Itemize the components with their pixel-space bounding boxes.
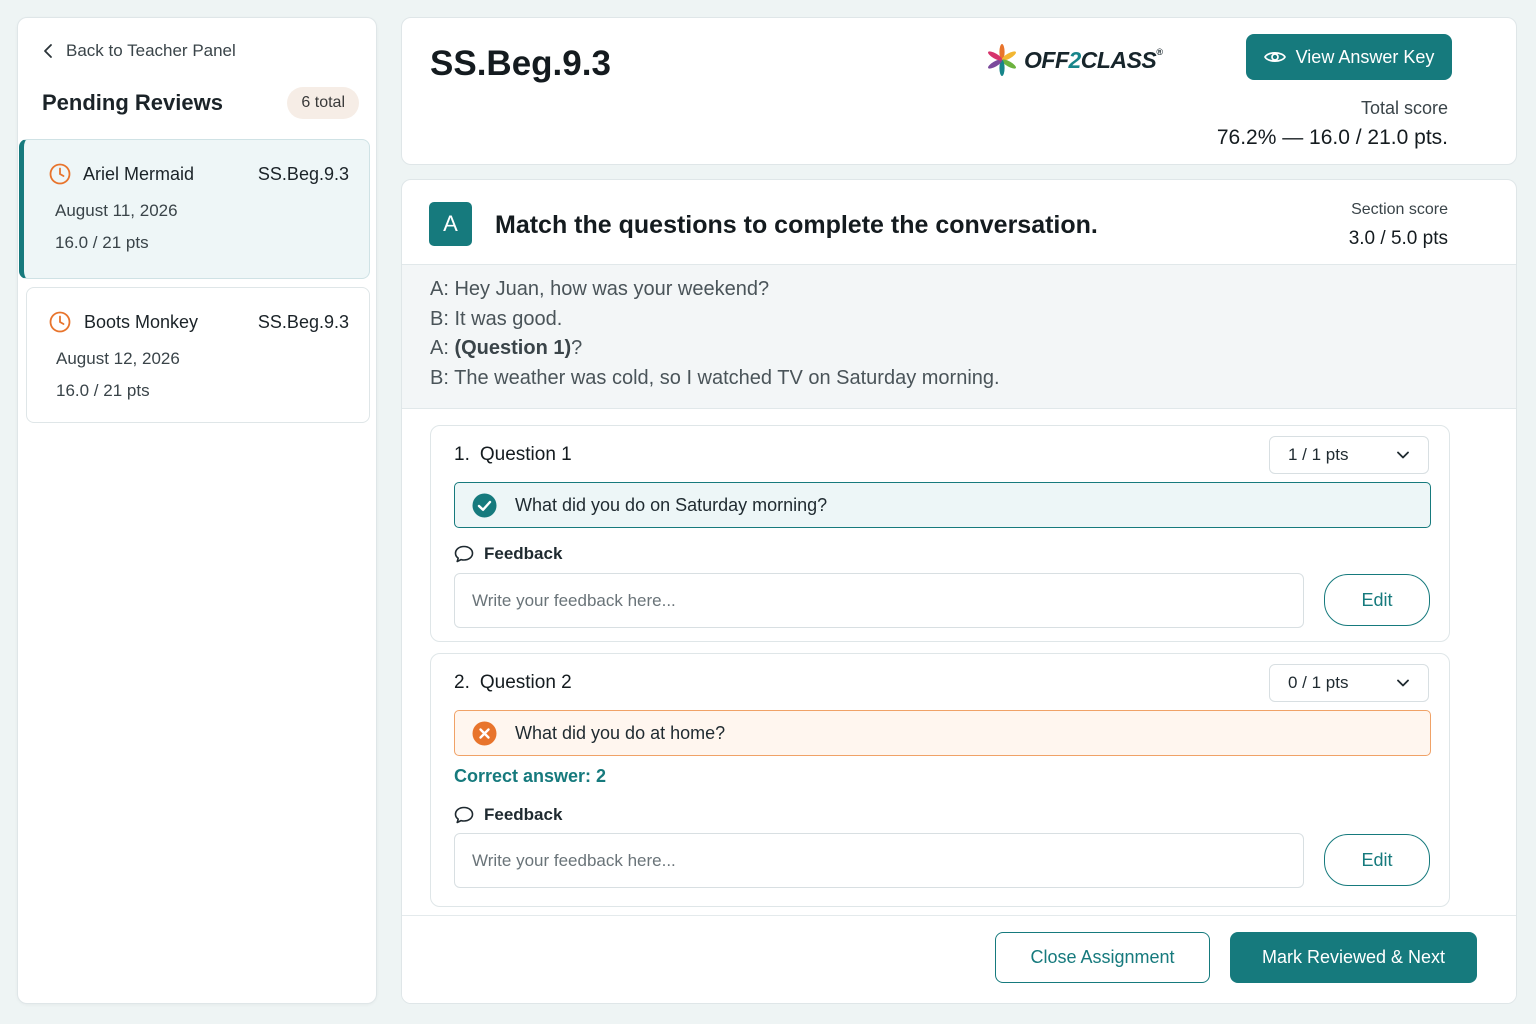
edit-feedback-button[interactable]: Edit xyxy=(1324,574,1430,626)
view-answer-key-button[interactable]: View Answer Key xyxy=(1246,34,1452,80)
question-title: 1. Question 1 xyxy=(454,444,572,465)
feedback-label: Feedback xyxy=(454,544,562,564)
edit-feedback-button[interactable]: Edit xyxy=(1324,834,1430,886)
back-to-teacher-panel-link[interactable]: Back to Teacher Panel xyxy=(42,40,236,62)
assignment-code: SS.Beg.9.3 xyxy=(257,164,349,184)
pending-reviews-sidebar: Back to Teacher Panel Pending Reviews 6 … xyxy=(17,17,377,1004)
dialogue-line: A: (Question 1)? xyxy=(430,337,583,359)
pending-reviews-title: Pending Reviews xyxy=(42,90,223,115)
student-answer-correct: What did you do on Saturday morning? xyxy=(454,482,1431,528)
dialogue-line: B: The weather was cold, so I watched TV… xyxy=(430,366,1000,389)
student-score: 16.0 / 21 pts xyxy=(56,381,150,400)
question-2-card: 2. Question 2 0 / 1 pts What did you do a… xyxy=(430,653,1450,907)
section-score-label: Section score xyxy=(1351,201,1448,218)
student-name: Boots Monkey xyxy=(84,312,199,332)
student-score: 16.0 / 21 pts xyxy=(55,233,149,252)
clock-icon xyxy=(49,163,71,185)
total-score-label: Total score xyxy=(1360,98,1448,118)
question-title: 2. Question 2 xyxy=(454,672,572,693)
review-item-ariel-mermaid[interactable]: Ariel Mermaid SS.Beg.9.3 August 11, 2026… xyxy=(19,139,370,279)
student-answer-wrong: What did you do at home? xyxy=(454,710,1431,756)
question-1-card: 1. Question 1 1 / 1 pts What did you do o… xyxy=(430,425,1450,642)
action-footer: Close Assignment Mark Reviewed & Next xyxy=(402,915,1516,1003)
chevron-left-icon xyxy=(44,44,52,58)
feedback-label: Feedback xyxy=(454,805,562,825)
total-score-value: 76.2% — 16.0 / 21.0 pts. xyxy=(1216,126,1448,149)
speech-bubble-icon xyxy=(454,545,474,563)
answer-text: What did you do on Saturday morning? xyxy=(515,494,828,515)
points-select[interactable]: 1 / 1 pts xyxy=(1269,436,1429,474)
section-score-value: 3.0 / 5.0 pts xyxy=(1348,228,1448,249)
speech-bubble-icon xyxy=(454,806,474,824)
x-circle-icon xyxy=(472,721,497,745)
off2class-logo: OFF2CLASS® xyxy=(984,42,1163,78)
submission-date: August 12, 2026 xyxy=(56,349,180,368)
logo-wordmark: OFF2CLASS® xyxy=(1024,46,1163,73)
eye-icon xyxy=(1263,52,1286,62)
correct-answer-text: Correct answer: 2 xyxy=(454,766,607,786)
student-name: Ariel Mermaid xyxy=(83,164,195,184)
back-link-label: Back to Teacher Panel xyxy=(66,41,236,60)
section-badge: A xyxy=(429,202,472,246)
dialogue-line: B: It was good. xyxy=(430,307,563,330)
view-answer-key-label: View Answer Key xyxy=(1295,46,1435,67)
dialogue-prompt: A: Hey Juan, how was your weekend? B: It… xyxy=(402,264,1516,409)
answer-text: What did you do at home? xyxy=(515,722,726,743)
points-select-value: 1 / 1 pts xyxy=(1288,445,1349,464)
check-circle-icon xyxy=(472,493,497,517)
submission-date: August 11, 2026 xyxy=(55,201,178,220)
points-select[interactable]: 0 / 1 pts xyxy=(1269,664,1429,702)
assignment-header: SS.Beg.9.3 OFF2CLASS® View Answer Key To… xyxy=(401,17,1517,165)
total-count-badge: 6 total xyxy=(287,87,359,119)
section-title: Match the questions to complete the conv… xyxy=(495,211,1098,239)
close-assignment-button[interactable]: Close Assignment xyxy=(995,932,1210,983)
mark-reviewed-next-button[interactable]: Mark Reviewed & Next xyxy=(1230,932,1477,983)
feedback-input[interactable] xyxy=(454,573,1304,628)
review-item-boots-monkey[interactable]: Boots Monkey SS.Beg.9.3 August 12, 2026 … xyxy=(26,287,370,423)
flower-logo-icon xyxy=(988,44,1016,76)
chevron-down-icon xyxy=(1397,451,1409,459)
assignment-code: SS.Beg.9.3 xyxy=(257,312,349,332)
chevron-down-icon xyxy=(1397,679,1409,687)
section-a-card: A Match the questions to complete the co… xyxy=(401,179,1517,1004)
dialogue-line: A: Hey Juan, how was your weekend? xyxy=(430,278,770,300)
feedback-input[interactable] xyxy=(454,833,1304,888)
assignment-title: SS.Beg.9.3 xyxy=(430,44,611,83)
points-select-value: 0 / 1 pts xyxy=(1288,673,1349,692)
clock-icon xyxy=(49,311,71,333)
